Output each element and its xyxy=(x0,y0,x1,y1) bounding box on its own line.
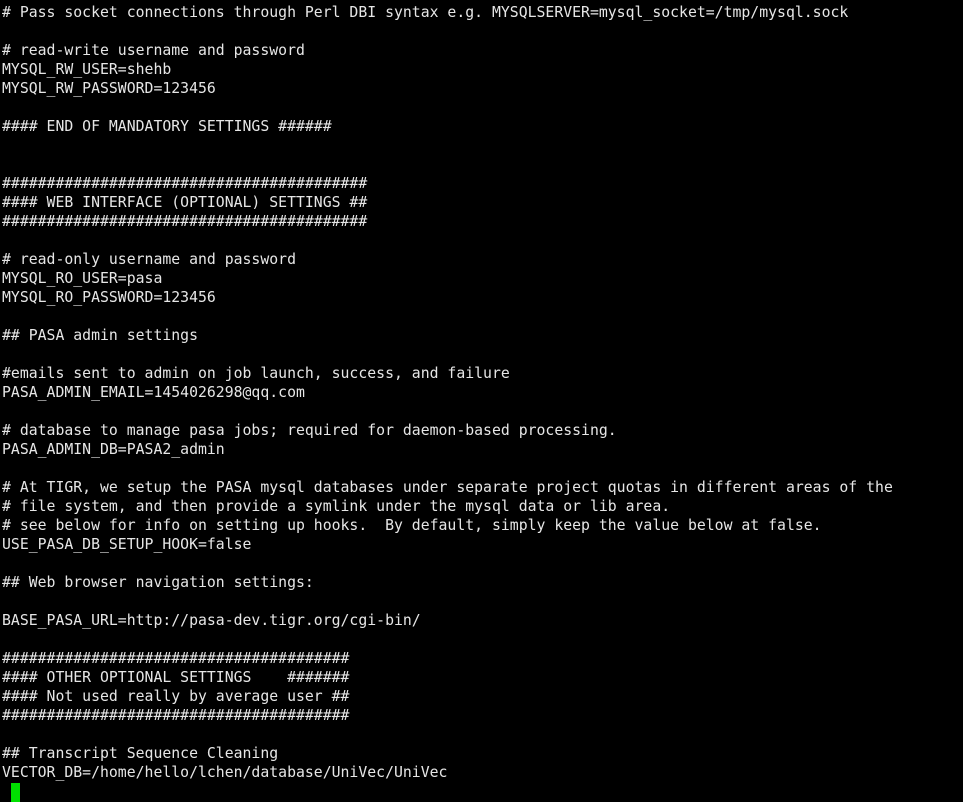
terminal-line: VECTOR_DB=/home/hello/lchen/database/Uni… xyxy=(2,764,448,781)
terminal-line: MYSQL_RO_USER=pasa xyxy=(2,270,163,287)
terminal-line: USE_PASA_DB_SETUP_HOOK=false xyxy=(2,536,252,553)
terminal-line: # read-write username and password xyxy=(2,42,305,59)
terminal-line: #### WEB INTERFACE (OPTIONAL) SETTINGS #… xyxy=(2,194,368,211)
terminal-line: PASA_ADMIN_DB=PASA2_admin xyxy=(2,441,225,458)
terminal-line: # At TIGR, we setup the PASA mysql datab… xyxy=(2,479,893,496)
terminal-line: #### OTHER OPTIONAL SETTINGS ####### xyxy=(2,669,350,686)
terminal-line: ## Transcript Sequence Cleaning xyxy=(2,745,279,762)
terminal-line: #### Not used really by average user ## xyxy=(2,688,350,705)
terminal-line: ########################################… xyxy=(2,175,368,192)
terminal-line: ####################################### xyxy=(2,650,350,667)
terminal-line: # file system, and then provide a symlin… xyxy=(2,498,671,515)
terminal-line: #### END OF MANDATORY SETTINGS ###### xyxy=(2,118,332,135)
terminal-line: ## Web browser navigation settings: xyxy=(2,574,314,591)
terminal-line: #emails sent to admin on job launch, suc… xyxy=(2,365,510,382)
terminal-line: # database to manage pasa jobs; required… xyxy=(2,422,617,439)
terminal-line: ####################################### xyxy=(2,707,350,724)
terminal-line: ## PASA admin settings xyxy=(2,327,198,344)
terminal-line: MYSQL_RW_USER=shehb xyxy=(2,61,172,78)
terminal-line: BASE_PASA_URL=http://pasa-dev.tigr.org/c… xyxy=(2,612,421,629)
terminal-line: PASA_ADMIN_EMAIL=1454026298@qq.com xyxy=(2,384,305,401)
terminal-line: MYSQL_RO_PASSWORD=123456 xyxy=(2,289,216,306)
terminal-output[interactable]: # Pass socket connections through Perl D… xyxy=(2,3,893,782)
terminal-line: ########################################… xyxy=(2,213,368,230)
terminal-line: # Pass socket connections through Perl D… xyxy=(2,4,849,21)
terminal-line: MYSQL_RW_PASSWORD=123456 xyxy=(2,80,216,97)
terminal-line: # read-only username and password xyxy=(2,251,296,268)
terminal-line: # see below for info on setting up hooks… xyxy=(2,517,822,534)
